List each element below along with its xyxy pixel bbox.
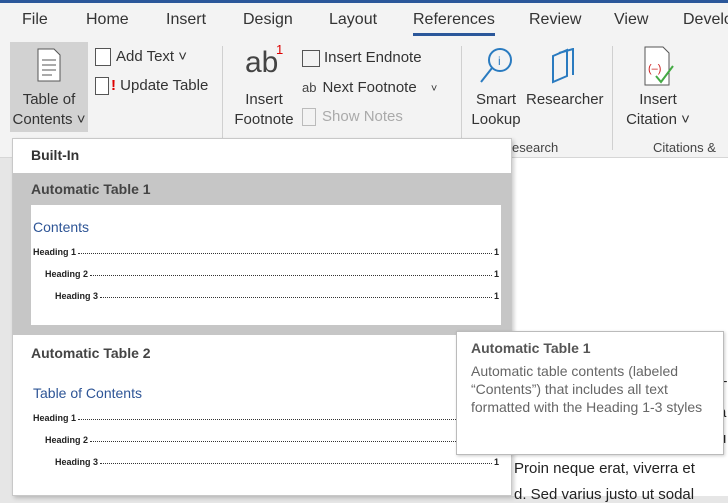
update-table-button[interactable]: ! Update Table: [95, 77, 209, 96]
add-text-button[interactable]: Add Text ˅: [95, 48, 188, 67]
next-footnote-dropdown[interactable]: ˅: [431, 83, 437, 95]
next-footnote-label: Next Footnote: [322, 79, 417, 96]
doc-text: d. Sed varius justo ut sodal: [514, 486, 695, 503]
tooltip: Automatic Table 1 Automatic table conten…: [456, 331, 724, 455]
insert-endnote-label: Insert Endnote: [324, 49, 422, 66]
option-title: Automatic Table 2: [31, 345, 151, 361]
toc-option-automatic-table-2[interactable]: Automatic Table 2 Table of Contents Head…: [13, 337, 511, 497]
tab-references[interactable]: References: [413, 11, 495, 36]
superscript-icon: 1: [276, 42, 284, 57]
update-table-label: Update Table: [120, 77, 209, 94]
tab-review[interactable]: Review: [529, 11, 581, 29]
group-citations-label: Citations &: [653, 140, 716, 155]
smart-lookup-label-2: Lookup: [471, 111, 521, 128]
update-table-icon: [95, 77, 109, 96]
researcher-button[interactable]: Researcher: [526, 42, 604, 112]
preview-line: Heading 31: [55, 457, 499, 467]
ribbon-tabs: File Home Insert Design Layout Reference…: [0, 0, 728, 40]
insert-footnote-button[interactable]: ab 1 Insert Footnote: [230, 42, 298, 132]
footnote-label-2: Footnote: [234, 111, 294, 128]
insert-citation-label-2: Citation ˅: [626, 111, 690, 128]
add-text-icon: [95, 48, 111, 67]
svg-text:(–): (–): [648, 63, 661, 75]
citation-icon: (–): [644, 46, 674, 86]
preview-line: Heading 11: [33, 247, 499, 257]
toc-label-2: Contents ˅: [12, 111, 86, 128]
tab-design[interactable]: Design: [243, 11, 293, 29]
preview-title: Contents: [33, 219, 90, 235]
option-title: Automatic Table 1: [31, 181, 151, 197]
preview-line: Heading 21: [45, 435, 499, 445]
toc-gallery-dropdown: Built-In Automatic Table 1 Contents Head…: [12, 138, 512, 496]
researcher-label: Researcher: [526, 91, 604, 108]
section-header-built-in: Built-In: [31, 147, 80, 163]
preview-line: Heading 11: [33, 413, 499, 423]
smart-lookup-button[interactable]: i Smart Lookup: [468, 42, 524, 132]
ab-icon: ab: [245, 46, 279, 79]
insert-citation-button[interactable]: (–) Insert Citation ˅: [620, 42, 696, 132]
smart-lookup-label: Smart: [475, 91, 516, 108]
book-icon: [552, 48, 574, 84]
tooltip-title: Automatic Table 1: [471, 340, 591, 356]
magnifier-icon: i: [480, 48, 512, 83]
show-notes-icon: [302, 108, 316, 127]
preview-title: Table of Contents: [33, 385, 142, 401]
tooltip-body: Automatic table contents (labeled “Conte…: [471, 363, 703, 415]
svg-text:i: i: [498, 54, 501, 68]
group-research-label: esearch: [512, 140, 559, 155]
insert-citation-label: Insert: [639, 91, 677, 108]
preview-line: Heading 21: [45, 269, 499, 279]
tab-layout[interactable]: Layout: [329, 11, 377, 29]
toc-option-automatic-table-1[interactable]: Automatic Table 1 Contents Heading 11 He…: [13, 173, 511, 335]
footnote-label: Insert: [245, 91, 283, 108]
doc-text: Proin neque erat, viverra et: [514, 460, 695, 477]
tab-file[interactable]: File: [22, 11, 48, 29]
endnote-icon: [302, 49, 320, 67]
add-text-label: Add Text ˅: [116, 48, 188, 65]
insert-endnote-button[interactable]: Insert Endnote: [302, 49, 422, 67]
show-notes-button[interactable]: Show Notes: [302, 108, 403, 127]
tab-insert[interactable]: Insert: [166, 11, 206, 29]
preview-line: Heading 31: [55, 291, 499, 301]
tab-home[interactable]: Home: [86, 11, 129, 29]
next-footnote-icon: ab: [302, 80, 317, 95]
show-notes-label: Show Notes: [322, 108, 403, 125]
next-footnote-button[interactable]: ab Next Footnote ˅: [302, 79, 437, 96]
tab-developer[interactable]: Develo: [683, 11, 728, 29]
document-icon: [37, 48, 61, 82]
tab-view[interactable]: View: [614, 11, 648, 29]
table-of-contents-button[interactable]: Table of Contents ˅: [10, 42, 88, 132]
toc-label: Table of: [22, 91, 76, 108]
